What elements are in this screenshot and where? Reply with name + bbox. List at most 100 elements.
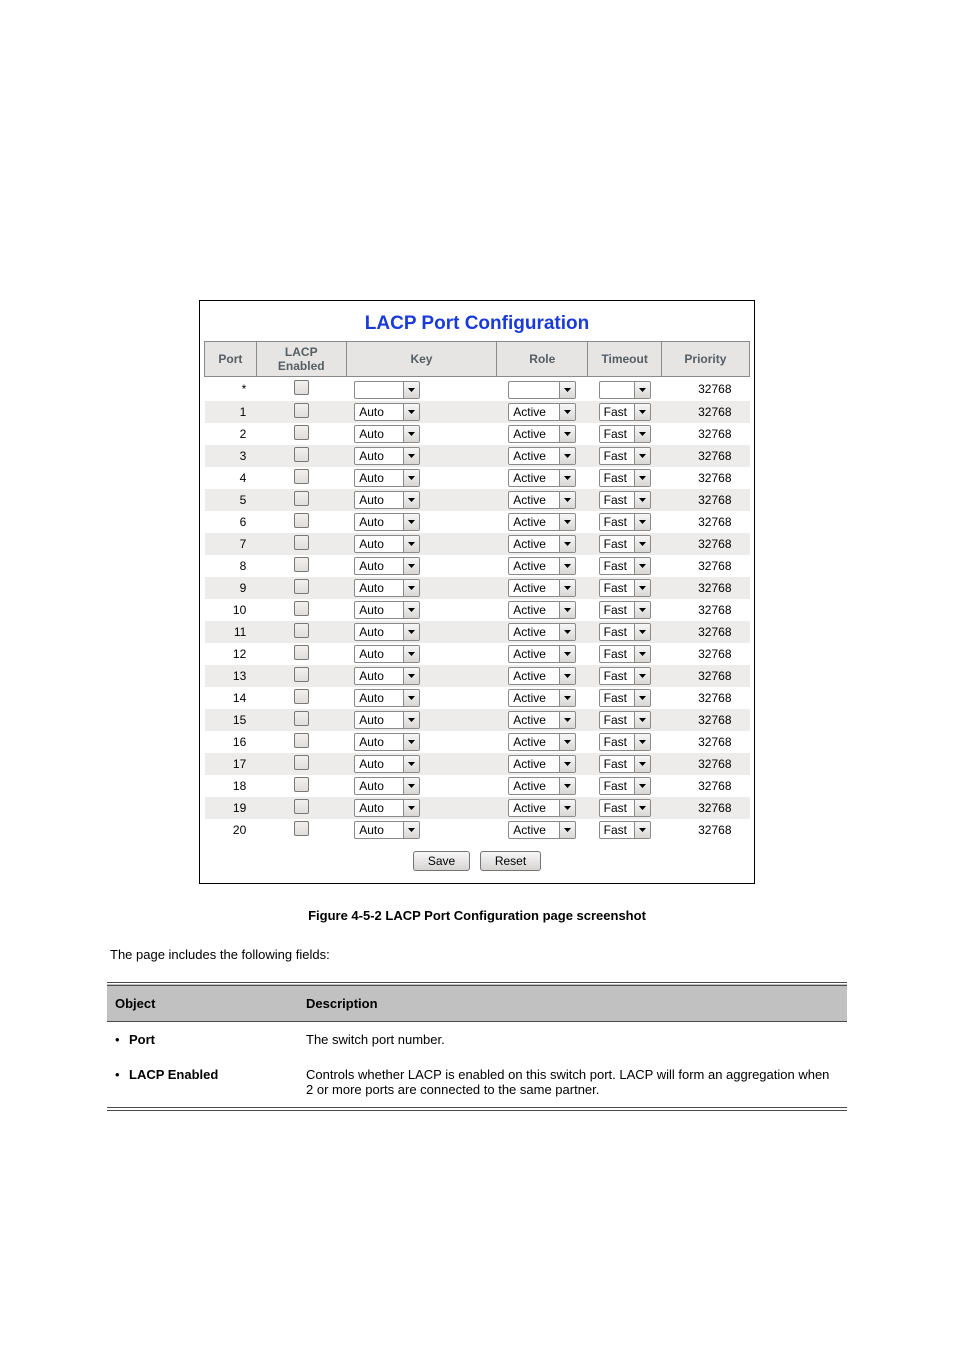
role-select[interactable]: Active xyxy=(508,425,576,443)
chevron-down-icon xyxy=(403,624,419,640)
role-select[interactable]: Active xyxy=(508,469,576,487)
timeout-select[interactable]: Fast xyxy=(599,623,651,641)
lacp-enabled-checkbox[interactable] xyxy=(294,667,309,682)
lacp-enabled-checkbox[interactable] xyxy=(294,380,309,395)
role-select[interactable]: Active xyxy=(508,557,576,575)
role-select[interactable]: Active xyxy=(508,799,576,817)
role-select[interactable]: Active xyxy=(508,711,576,729)
key-select[interactable]: Auto xyxy=(354,711,420,729)
role-select[interactable]: Active xyxy=(508,777,576,795)
port-cell: 15 xyxy=(205,709,257,731)
key-select[interactable]: Auto xyxy=(354,601,420,619)
role-select[interactable]: Active xyxy=(508,403,576,421)
key-select[interactable]: Auto xyxy=(354,491,420,509)
timeout-select[interactable]: Fast xyxy=(599,689,651,707)
lacp-enabled-checkbox[interactable] xyxy=(294,645,309,660)
timeout-select[interactable]: Fast xyxy=(599,821,651,839)
timeout-select[interactable]: Fast xyxy=(599,733,651,751)
timeout-select[interactable]: Fast xyxy=(599,667,651,685)
lacp-enabled-checkbox[interactable] xyxy=(294,777,309,792)
chevron-down-icon xyxy=(559,646,575,662)
timeout-select[interactable]: Fast xyxy=(599,711,651,729)
lacp-enabled-checkbox[interactable] xyxy=(294,491,309,506)
timeout-select[interactable]: Fast xyxy=(599,755,651,773)
role-select[interactable] xyxy=(508,381,576,399)
key-select[interactable]: Auto xyxy=(354,513,420,531)
key-select[interactable]: Auto xyxy=(354,469,420,487)
timeout-select[interactable]: Fast xyxy=(599,557,651,575)
key-select[interactable]: Auto xyxy=(354,447,420,465)
role-select[interactable]: Active xyxy=(508,733,576,751)
timeout-select[interactable] xyxy=(599,381,651,399)
key-select[interactable]: Auto xyxy=(354,667,420,685)
timeout-select[interactable]: Fast xyxy=(599,425,651,443)
key-select[interactable] xyxy=(354,381,420,399)
key-select[interactable]: Auto xyxy=(354,821,420,839)
chevron-down-icon xyxy=(559,492,575,508)
lacp-enabled-checkbox[interactable] xyxy=(294,755,309,770)
chevron-down-icon xyxy=(403,734,419,750)
role-select[interactable]: Active xyxy=(508,513,576,531)
lacp-enabled-checkbox[interactable] xyxy=(294,425,309,440)
role-select[interactable]: Active xyxy=(508,447,576,465)
save-button[interactable]: Save xyxy=(413,851,470,871)
role-select[interactable]: Active xyxy=(508,601,576,619)
lacp-enabled-checkbox[interactable] xyxy=(294,535,309,550)
key-select[interactable]: Auto xyxy=(354,535,420,553)
priority-cell: 32768 xyxy=(661,687,749,709)
role-select[interactable]: Active xyxy=(508,689,576,707)
table-row: 20AutoActiveFast32768 xyxy=(205,819,750,841)
role-select[interactable]: Active xyxy=(508,623,576,641)
key-select[interactable]: Auto xyxy=(354,403,420,421)
lacp-enabled-checkbox[interactable] xyxy=(294,799,309,814)
table-row: 15AutoActiveFast32768 xyxy=(205,709,750,731)
timeout-select[interactable]: Fast xyxy=(599,535,651,553)
role-select[interactable]: Active xyxy=(508,645,576,663)
lacp-enabled-checkbox[interactable] xyxy=(294,733,309,748)
role-select[interactable]: Active xyxy=(508,821,576,839)
lacp-enabled-checkbox[interactable] xyxy=(294,689,309,704)
timeout-select[interactable]: Fast xyxy=(599,799,651,817)
key-select[interactable]: Auto xyxy=(354,557,420,575)
lacp-enabled-checkbox[interactable] xyxy=(294,579,309,594)
reset-button[interactable]: Reset xyxy=(480,851,541,871)
timeout-select[interactable]: Fast xyxy=(599,469,651,487)
lacp-enabled-checkbox[interactable] xyxy=(294,557,309,572)
chevron-down-icon xyxy=(634,470,650,486)
port-cell: 10 xyxy=(205,599,257,621)
role-select[interactable]: Active xyxy=(508,667,576,685)
lacp-enabled-checkbox[interactable] xyxy=(294,601,309,616)
chevron-down-icon xyxy=(403,712,419,728)
lacp-enabled-checkbox[interactable] xyxy=(294,513,309,528)
role-select[interactable]: Active xyxy=(508,579,576,597)
key-select[interactable]: Auto xyxy=(354,777,420,795)
key-select[interactable]: Auto xyxy=(354,755,420,773)
timeout-select[interactable]: Fast xyxy=(599,777,651,795)
key-select[interactable]: Auto xyxy=(354,579,420,597)
timeout-select[interactable]: Fast xyxy=(599,447,651,465)
timeout-select[interactable]: Fast xyxy=(599,579,651,597)
lacp-enabled-checkbox[interactable] xyxy=(294,623,309,638)
role-select[interactable]: Active xyxy=(508,535,576,553)
timeout-select[interactable]: Fast xyxy=(599,403,651,421)
key-select[interactable]: Auto xyxy=(354,799,420,817)
lacp-enabled-checkbox[interactable] xyxy=(294,403,309,418)
timeout-select[interactable]: Fast xyxy=(599,513,651,531)
lacp-enabled-checkbox[interactable] xyxy=(294,821,309,836)
lacp-enabled-checkbox[interactable] xyxy=(294,469,309,484)
role-select[interactable]: Active xyxy=(508,491,576,509)
chevron-down-icon xyxy=(559,448,575,464)
role-select[interactable]: Active xyxy=(508,755,576,773)
timeout-select[interactable]: Fast xyxy=(599,491,651,509)
timeout-select[interactable]: Fast xyxy=(599,601,651,619)
lacp-enabled-checkbox[interactable] xyxy=(294,447,309,462)
table-row: 4AutoActiveFast32768 xyxy=(205,467,750,489)
key-select[interactable]: Auto xyxy=(354,645,420,663)
key-select[interactable]: Auto xyxy=(354,733,420,751)
key-select[interactable]: Auto xyxy=(354,623,420,641)
key-select[interactable]: Auto xyxy=(354,425,420,443)
table-row: *32768 xyxy=(205,377,750,402)
key-select[interactable]: Auto xyxy=(354,689,420,707)
timeout-select[interactable]: Fast xyxy=(599,645,651,663)
lacp-enabled-checkbox[interactable] xyxy=(294,711,309,726)
